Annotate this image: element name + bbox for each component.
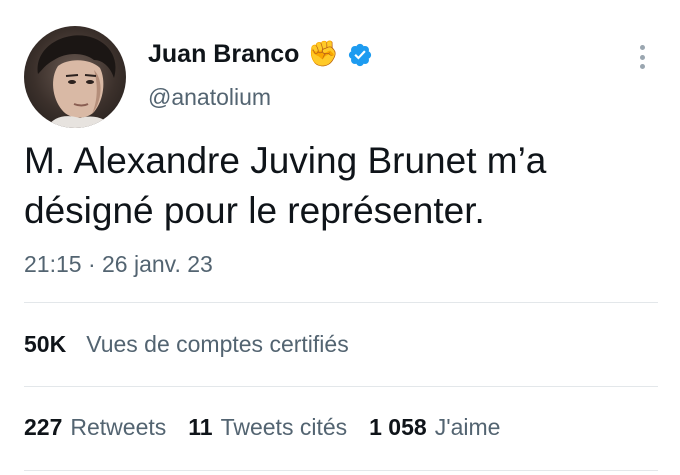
likes-stat[interactable]: 1 058 J'aime [369, 414, 500, 441]
author-handle[interactable]: @anatolium [148, 84, 271, 111]
engagement-stats: 227 Retweets 11 Tweets cités 1 058 J'aim… [24, 414, 522, 441]
views-row[interactable]: 50K Vues de comptes certifiés [24, 331, 349, 358]
more-options-icon[interactable] [632, 42, 652, 72]
raised-fist-icon: ✊ [307, 40, 339, 68]
tweet-text-line: désigné pour le représenter. [24, 190, 485, 231]
avatar[interactable] [24, 26, 126, 128]
tweet-text: M. Alexandre Juving Brunet m’a désigné p… [24, 136, 664, 236]
verified-badge-icon [347, 42, 373, 68]
divider [24, 470, 658, 471]
views-label: Vues de comptes certifiés [86, 331, 349, 357]
quote-tweets-count: 11 [188, 414, 213, 440]
retweets-count: 227 [24, 414, 63, 440]
retweets-label: Retweets [70, 414, 167, 440]
retweets-stat[interactable]: 227 Retweets [24, 414, 166, 441]
author-display-name[interactable]: Juan Branco [148, 40, 299, 69]
tweet-card: Juan Branco ✊ @anatolium M. Alexandre Ju… [0, 0, 680, 475]
divider [24, 386, 658, 387]
tweet-timestamp[interactable]: 21:15 · 26 janv. 23 [24, 251, 213, 278]
avatar-photo [37, 35, 116, 128]
likes-label: J'aime [434, 414, 501, 440]
quote-tweets-label: Tweets cités [220, 414, 348, 440]
likes-count: 1 058 [369, 414, 427, 440]
tweet-text-line: M. Alexandre Juving Brunet m’a [24, 140, 547, 181]
divider [24, 302, 658, 303]
views-count: 50K [24, 331, 67, 357]
author-name-row: Juan Branco ✊ [148, 40, 373, 69]
quote-tweets-stat[interactable]: 11 Tweets cités [188, 414, 347, 441]
